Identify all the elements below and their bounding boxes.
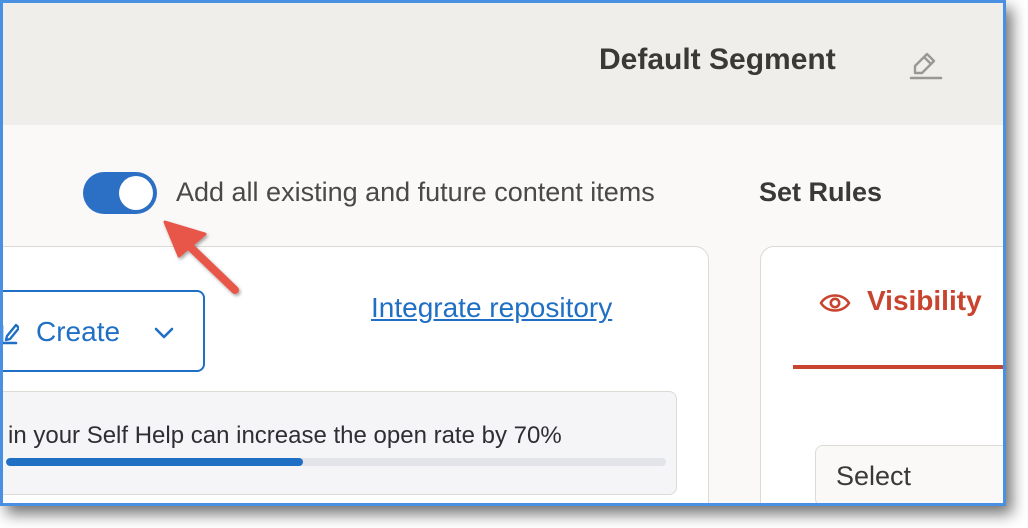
rule-select-dropdown[interactable]: Select <box>815 445 1003 503</box>
edit-square-icon <box>3 323 19 345</box>
segment-title: Default Segment <box>599 43 836 76</box>
annotation-arrow-icon <box>163 220 239 294</box>
progress-fill <box>6 458 303 466</box>
integrate-repository-link[interactable]: Integrate repository <box>371 292 612 324</box>
app-window: Default Segment Add all existing and fut… <box>0 0 1006 506</box>
progress-bar <box>6 458 666 466</box>
chevron-down-icon <box>154 327 174 339</box>
eye-icon <box>819 294 851 312</box>
tip-text: in your Self Help can increase the open … <box>8 422 562 449</box>
toggle-knob <box>119 176 153 210</box>
select-value: Select <box>836 461 912 491</box>
pencil-edit-icon[interactable] <box>907 45 943 81</box>
tab-visibility-label: Visibility <box>867 285 982 316</box>
active-tab-indicator <box>793 365 1003 369</box>
create-button-label: Create <box>36 316 121 347</box>
tip-banner: in your Self Help can increase the open … <box>3 391 677 495</box>
add-all-content-toggle[interactable] <box>83 172 157 214</box>
set-rules-heading: Set Rules <box>759 177 883 207</box>
tab-visibility[interactable]: Visibility <box>793 273 1003 369</box>
segment-header: Default Segment <box>3 3 1003 125</box>
add-all-content-label: Add all existing and future content item… <box>176 177 655 207</box>
